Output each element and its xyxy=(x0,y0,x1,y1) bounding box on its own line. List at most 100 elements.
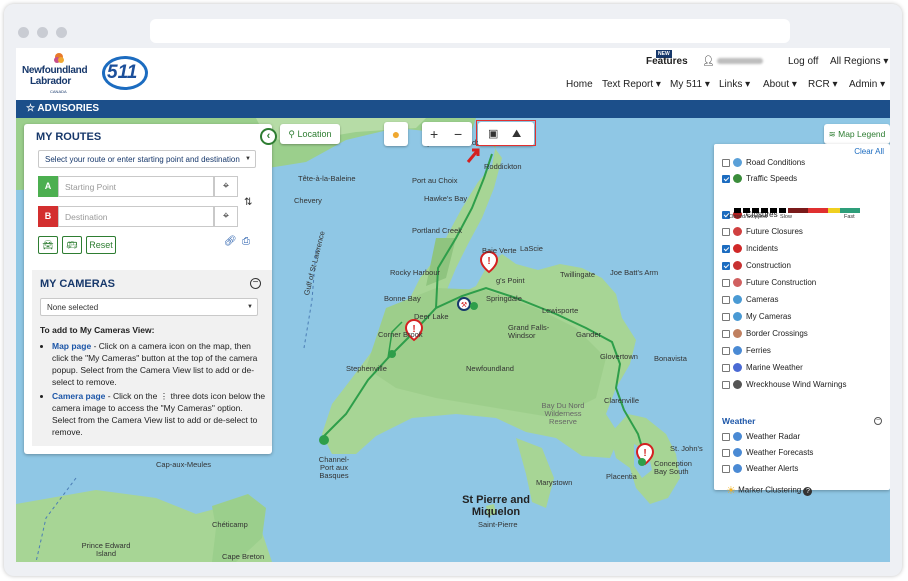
layer-checkbox[interactable] xyxy=(722,312,730,321)
nav-links[interactable]: Links ▾ xyxy=(719,79,750,90)
map-legend-button[interactable]: ≋ Map Legend xyxy=(824,124,890,144)
layer-checkbox[interactable] xyxy=(722,464,730,473)
map-label: Deer Lake xyxy=(414,312,449,321)
construction-marker[interactable]: ⚒ xyxy=(457,297,471,311)
swap-arrows-icon[interactable]: ⇅ xyxy=(244,197,252,208)
legend-layer-row[interactable]: Future Closures xyxy=(722,227,803,241)
layer-checkbox[interactable] xyxy=(722,174,730,183)
layer-checkbox[interactable] xyxy=(722,295,730,304)
map-label: Rocky Harbour xyxy=(390,268,441,277)
map-page-link[interactable]: Map page xyxy=(52,341,91,351)
window-maximize-dot[interactable] xyxy=(56,27,67,38)
clear-all-link[interactable]: Clear All xyxy=(854,147,884,156)
advisories-bar[interactable]: ☆ ADVISORIES xyxy=(16,100,890,118)
camera-page-link[interactable]: Camera page xyxy=(52,391,105,401)
collapse-minus-icon[interactable]: − xyxy=(250,278,261,289)
layer-checkbox[interactable] xyxy=(722,158,730,167)
map-label: Port au Choix xyxy=(412,176,458,185)
address-bar[interactable] xyxy=(150,19,790,43)
weather-layer-row[interactable]: Weather Alerts xyxy=(722,464,798,478)
layer-checkbox[interactable] xyxy=(722,432,730,441)
layer-label: Cameras xyxy=(746,295,779,304)
regions-dropdown[interactable]: All Regions ▾ xyxy=(830,56,888,67)
layer-checkbox[interactable] xyxy=(722,244,730,253)
layer-checkbox[interactable] xyxy=(722,346,730,355)
layer-marker-icon xyxy=(733,295,742,305)
layer-label: Border Crossings xyxy=(746,329,808,338)
cameras-select-text: None selected xyxy=(47,303,99,312)
crosshair-icon[interactable]: ⌖ xyxy=(214,206,238,227)
help-icon[interactable]: ? xyxy=(803,486,813,496)
starting-point-input[interactable]: Starting Point xyxy=(58,176,214,197)
map-label: Roddickton xyxy=(484,162,522,171)
logout-link[interactable]: Log off xyxy=(788,56,818,67)
legend-layer-row[interactable]: Traffic Speeds xyxy=(722,174,797,188)
sun-icon: ☀ xyxy=(726,485,736,497)
instruction-item: Map page - Click on a camera icon on the… xyxy=(52,340,268,388)
layer-checkbox[interactable] xyxy=(722,329,730,338)
legend-layer-row[interactable]: Border Crossings xyxy=(722,329,808,343)
collapse-panel-chevron-icon[interactable]: ‹ xyxy=(260,128,277,145)
window-minimize-dot[interactable] xyxy=(37,27,48,38)
zoom-in-button[interactable]: + xyxy=(430,122,438,146)
site-header: Newfoundland Labrador CANADA 511 NEW Fea… xyxy=(16,48,890,100)
car-icon[interactable]: 🚘︎ xyxy=(38,236,58,254)
map-label: Bonne Bay xyxy=(384,294,421,303)
legend-layer-row[interactable]: Incidents xyxy=(722,244,778,258)
features-link[interactable]: Features xyxy=(646,56,688,67)
nav-admin[interactable]: Admin ▾ xyxy=(849,79,885,90)
window-close-dot[interactable] xyxy=(18,27,29,38)
legend-layer-row[interactable]: Ferries xyxy=(722,346,771,360)
weather-layer-row[interactable]: Weather Forecasts xyxy=(722,448,813,462)
weather-icon xyxy=(733,432,742,442)
legend-layer-row[interactable]: Construction xyxy=(722,261,791,275)
legend-layer-row[interactable]: Future Construction xyxy=(722,278,816,292)
map-label: Springdale xyxy=(486,294,522,303)
map-label: Corner Brook xyxy=(378,330,423,339)
logo-511-text: 511 xyxy=(107,62,138,83)
nav-rcr[interactable]: RCR ▾ xyxy=(808,79,837,90)
reset-button[interactable]: Reset xyxy=(86,236,116,254)
layer-checkbox[interactable] xyxy=(722,261,730,270)
bus-icon[interactable]: 🚌︎ xyxy=(62,236,82,254)
crosshair-icon[interactable]: ⌖ xyxy=(214,176,238,197)
marker-clustering-row[interactable]: ☀ Marker Clustering ? xyxy=(726,484,813,498)
legend-layer-row[interactable]: Road Conditions xyxy=(722,158,805,172)
location-button[interactable]: ⚲ Location xyxy=(280,124,340,144)
legend-layer-row[interactable]: Wreckhouse Wind Warnings xyxy=(722,380,846,394)
map-label: Chéticamp xyxy=(212,520,248,529)
layer-checkbox[interactable] xyxy=(722,363,730,372)
speed-label-closed: Closed/Stopped xyxy=(728,214,768,220)
route-select[interactable]: Select your route or enter starting poin… xyxy=(38,150,256,168)
nav-text-report[interactable]: Text Report ▾ xyxy=(602,79,661,90)
zoom-out-button[interactable]: − xyxy=(454,122,462,146)
legend-layer-row[interactable]: Marine Weather xyxy=(722,363,803,377)
legend-layer-row[interactable]: Cameras xyxy=(722,295,778,309)
weather-layer-row[interactable]: Weather Radar xyxy=(722,432,800,446)
map-label: St. John's xyxy=(670,444,703,453)
layer-marker-icon xyxy=(733,380,742,390)
link-icon[interactable]: 🔗︎ xyxy=(224,236,237,247)
layer-marker-icon xyxy=(733,278,742,288)
logo-511[interactable]: 511 xyxy=(102,56,148,94)
layer-checkbox[interactable] xyxy=(722,227,730,236)
user-menu[interactable]: 👤︎ xyxy=(702,56,764,67)
map[interactable]: ! ! ! ⚒ Tête-à-la-Baleine Chevery Port a… xyxy=(16,118,890,562)
my-cameras-title: MY CAMERAS xyxy=(40,278,115,290)
layer-label: Weather Alerts xyxy=(746,464,799,473)
nav-home[interactable]: Home xyxy=(566,79,593,90)
destination-input[interactable]: Destination xyxy=(58,206,214,227)
collapse-minus-icon[interactable]: − xyxy=(874,417,882,425)
layer-checkbox[interactable] xyxy=(722,448,730,457)
layer-checkbox[interactable] xyxy=(722,380,730,389)
cameras-select[interactable]: None selected ▼ xyxy=(40,298,258,316)
print-icon[interactable]: ⎙ xyxy=(242,236,250,247)
legend-layer-row[interactable]: My Cameras xyxy=(722,312,791,326)
nl-logo[interactable]: Newfoundland Labrador CANADA xyxy=(22,52,98,96)
nav-my511[interactable]: My 511 ▾ xyxy=(670,79,710,90)
nav-about[interactable]: About ▾ xyxy=(763,79,797,90)
layer-checkbox[interactable] xyxy=(722,278,730,287)
street-view-pegman-icon[interactable]: ● xyxy=(384,122,408,146)
user-icon: 👤︎ xyxy=(702,56,715,67)
logo-text-3: CANADA xyxy=(50,89,67,94)
